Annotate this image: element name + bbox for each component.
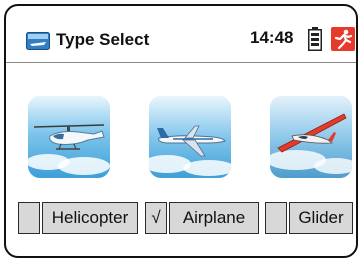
helicopter-checkbox[interactable] <box>18 202 40 234</box>
clock: 14:48 <box>250 28 294 47</box>
runner-icon <box>331 27 355 51</box>
airplane-checkbox[interactable]: √ <box>145 202 167 234</box>
header-bar: Type Select 14:48 <box>6 6 356 63</box>
airplane-image[interactable] <box>149 96 231 178</box>
helicopter-icon <box>28 96 110 178</box>
glider-option-label[interactable]: Glider <box>289 202 353 234</box>
screen: Type Select 14:48 Helicopter √ Airplane … <box>4 4 358 258</box>
helicopter-image[interactable] <box>28 96 110 178</box>
airplane-icon <box>149 96 231 178</box>
airplane-option-label[interactable]: Airplane <box>169 202 259 234</box>
battery-icon <box>308 27 322 51</box>
page-title: Type Select <box>56 30 150 49</box>
glider-icon <box>270 96 352 178</box>
helicopter-option-label[interactable]: Helicopter <box>42 202 138 234</box>
model-icon <box>26 32 50 50</box>
glider-image[interactable] <box>270 96 352 178</box>
glider-checkbox[interactable] <box>265 202 287 234</box>
